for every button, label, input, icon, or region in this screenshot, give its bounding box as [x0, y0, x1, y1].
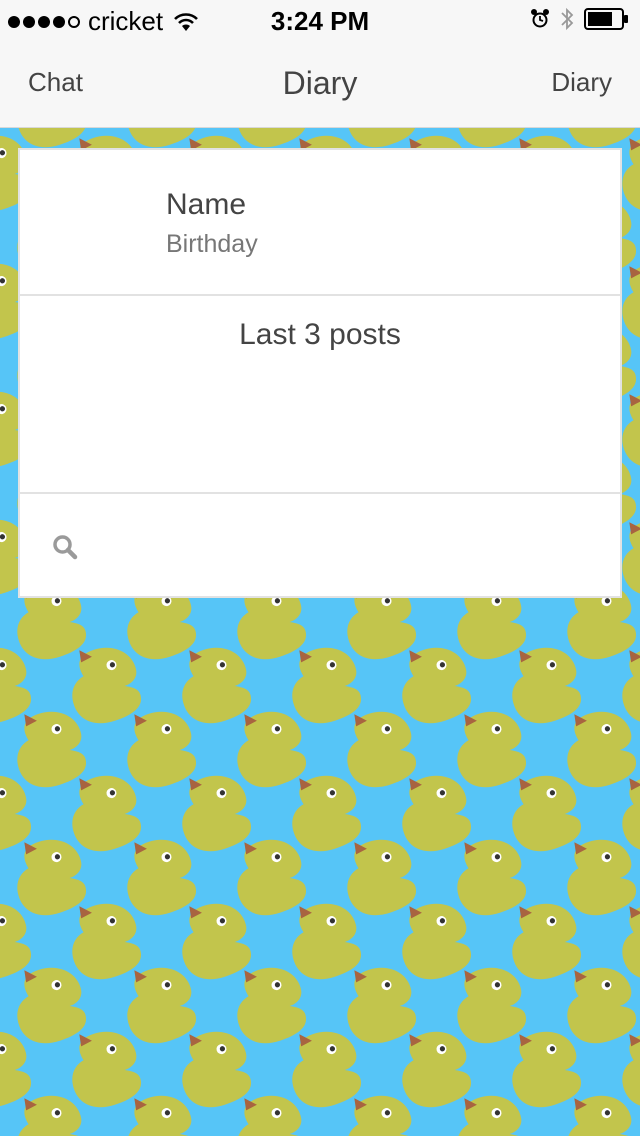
- page-title: Diary: [282, 65, 358, 101]
- battery-icon: [584, 8, 628, 30]
- profile-birthday: Birthday: [166, 230, 258, 258]
- alarm-clock-icon: [531, 9, 549, 28]
- status-bar: cricket 3:24 PM: [0, 0, 640, 40]
- recent-posts-title: Last 3 posts: [239, 318, 401, 351]
- profile-name: Name: [166, 188, 247, 221]
- search-bar: [20, 494, 620, 598]
- profile-section: Name Birthday: [20, 150, 620, 296]
- search-icon: [53, 535, 78, 560]
- bluetooth-icon: [561, 7, 574, 31]
- navigation-bar: Chat Diary Diary: [0, 40, 640, 128]
- app-screen: cricket 3:24 PM Chat Diary Diary Name Bi…: [0, 0, 640, 1136]
- recent-posts-section: Last 3 posts: [20, 296, 620, 494]
- diary-card: Name Birthday Last 3 posts: [18, 148, 622, 598]
- diary-nav-button[interactable]: Diary: [551, 67, 612, 98]
- search-input[interactable]: [100, 522, 600, 572]
